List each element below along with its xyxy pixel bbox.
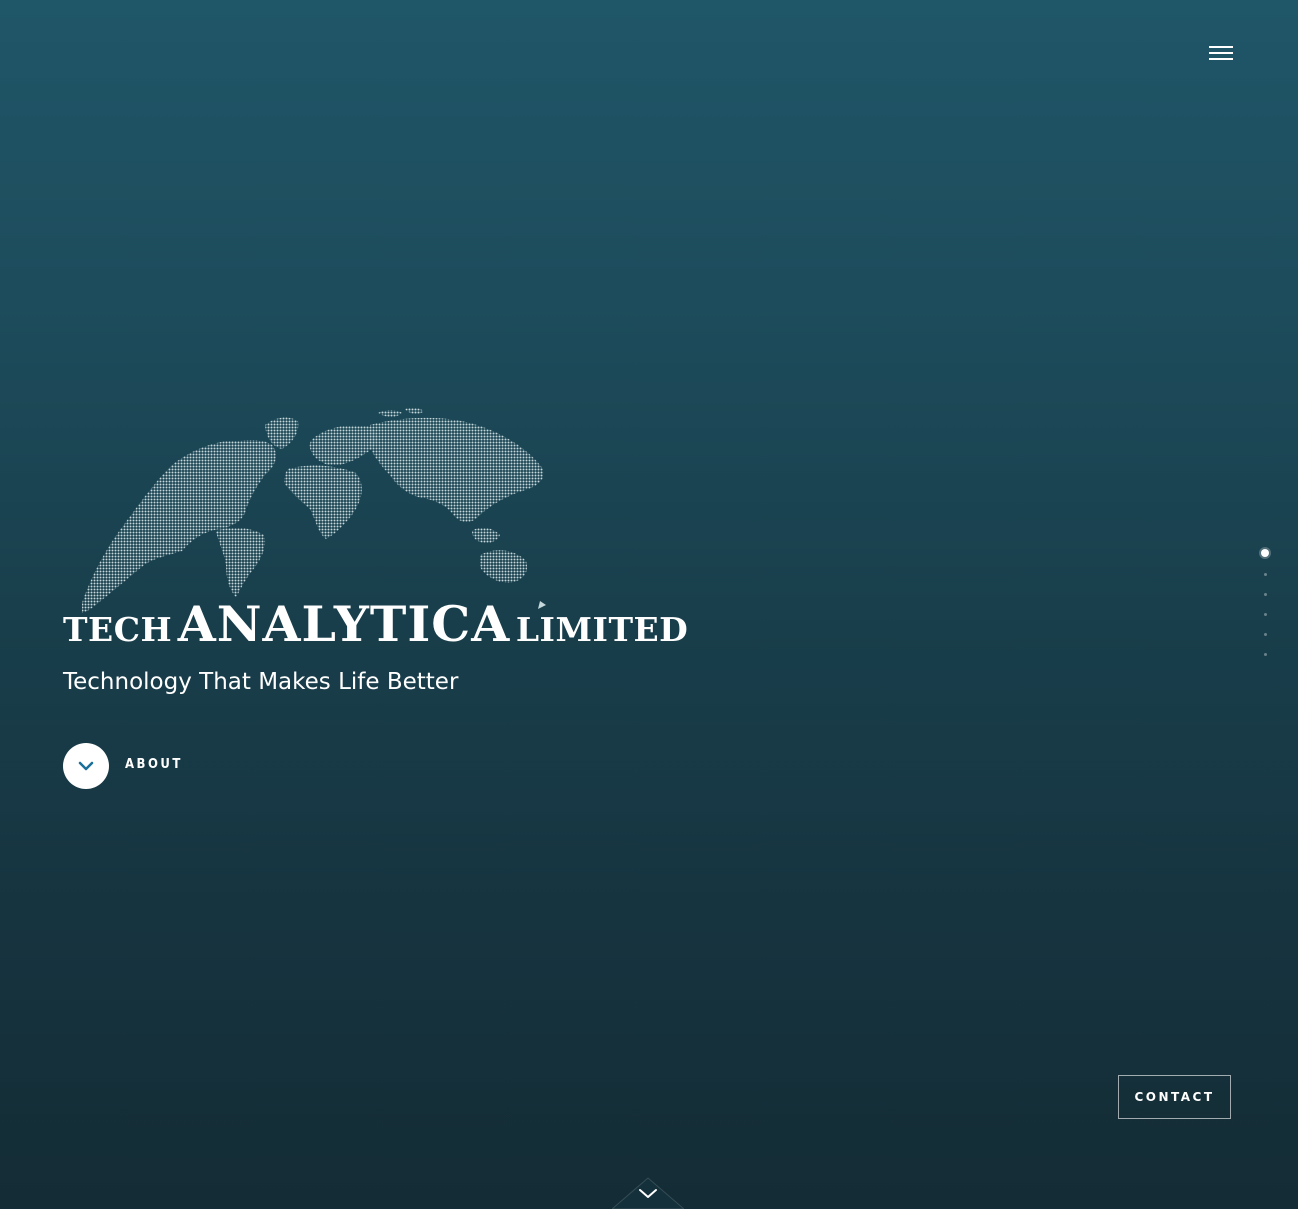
hamburger-menu-icon-line (1209, 58, 1233, 60)
logo-word-tech: TECH (63, 610, 173, 649)
logo-word-limited: LIMITED (515, 610, 689, 649)
section-dots-nav (1258, 546, 1276, 662)
company-logo-wordmark: TECH ANALYTICA LIMITED (63, 600, 688, 649)
hamburger-menu-icon-line (1209, 46, 1233, 48)
section-dot-6[interactable] (1264, 653, 1267, 656)
section-dot-3[interactable] (1264, 593, 1267, 596)
section-dot-1[interactable] (1261, 549, 1269, 557)
contact-button[interactable]: CONTACT (1118, 1075, 1231, 1119)
world-map-logo-graphic (82, 407, 546, 613)
about-button[interactable] (63, 743, 109, 789)
logo-word-analytica: ANALYTICA (177, 595, 511, 653)
section-dot-4[interactable] (1264, 613, 1267, 616)
section-dot-2[interactable] (1264, 573, 1267, 576)
about-link-label[interactable]: ABOUT (125, 757, 183, 772)
hero-tagline: Technology That Makes Life Better (63, 669, 459, 695)
scroll-down-tab[interactable] (612, 1176, 684, 1209)
chevron-down-icon (78, 761, 94, 771)
page: TECH ANALYTICA LIMITED Technology That M… (0, 0, 1298, 1209)
hamburger-menu-icon-line (1209, 52, 1233, 54)
section-dot-5[interactable] (1264, 633, 1267, 636)
menu-button[interactable] (1205, 40, 1237, 66)
